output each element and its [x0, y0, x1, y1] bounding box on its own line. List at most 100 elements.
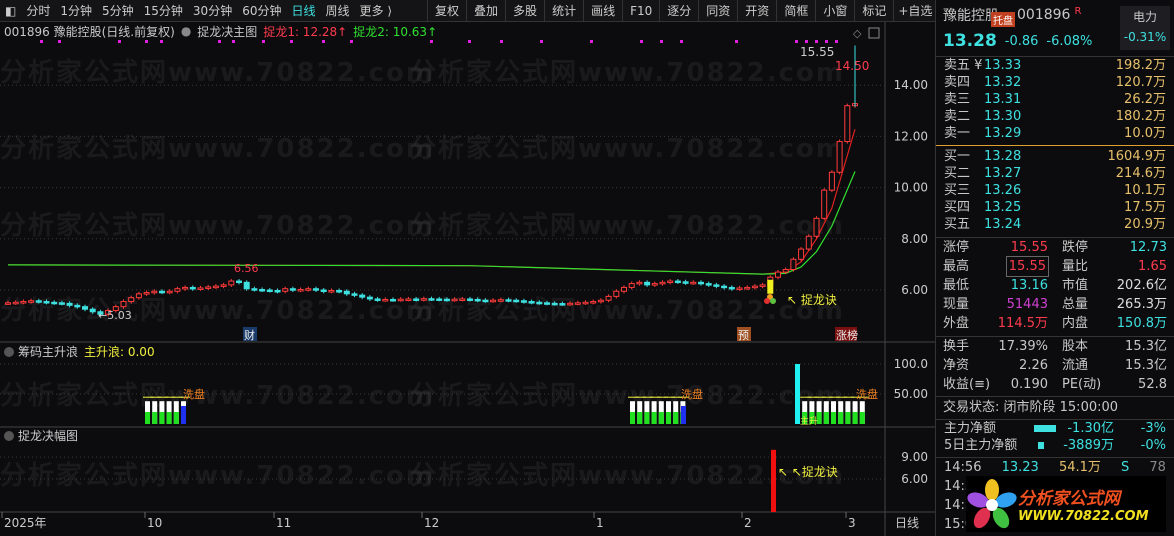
sub2-title: 捉龙决幅图 [18, 428, 78, 443]
stat-label: 量比 [1062, 259, 1089, 274]
diamond-icon[interactable]: ◇ [853, 27, 862, 40]
candle [682, 279, 689, 285]
order-volume: 180.2万 [1115, 109, 1166, 124]
candle [813, 216, 820, 239]
recent-high-label: 14.50 [835, 59, 869, 73]
candle [744, 285, 751, 290]
candle [551, 301, 558, 306]
candle [451, 297, 458, 302]
order-price: 13.26 [984, 183, 1022, 198]
order-volume: 17.5万 [1124, 200, 1166, 215]
tick-count: 78 [1149, 460, 1166, 475]
sell-level[interactable]: 卖五 ¥13.33 198.2万 [936, 57, 1174, 74]
sub2-dropdown-icon[interactable] [4, 431, 14, 441]
tick-price: 13.23 [1001, 460, 1039, 475]
x-axis-label: 12 [424, 516, 439, 530]
flow-label: 5日主力净额 [944, 438, 1018, 453]
last-price: 13.28 [943, 31, 997, 51]
candle [536, 300, 543, 305]
sub1-bar [166, 412, 172, 424]
candle [259, 287, 266, 293]
sell-level[interactable]: 卖四 13.32 120.7万 [936, 74, 1174, 91]
order-level: 买五 [944, 217, 971, 232]
period-label[interactable]: 日线 [895, 516, 919, 530]
candle [89, 307, 96, 314]
sub1-bar [145, 412, 150, 424]
order-level: 卖四 [944, 75, 971, 90]
sub2-axis-label: 6.00 [901, 472, 928, 486]
candle [205, 284, 212, 290]
buy-level[interactable]: 买四 13.25 17.5万 [936, 199, 1174, 216]
line-zhuolong1 [7, 129, 856, 275]
stat-label: 流通 [1062, 358, 1089, 373]
order-level: 买三 [944, 183, 971, 198]
sub1-bar [859, 412, 865, 424]
order-level: 卖一 [944, 126, 971, 141]
candle [20, 299, 27, 305]
candle [659, 280, 666, 286]
stock-code: 001896 [1017, 7, 1071, 23]
logo-text: 分析家公式网 [1018, 489, 1120, 509]
panel-toggle-icon[interactable] [868, 27, 880, 39]
sub1-dropdown-icon[interactable] [4, 347, 14, 357]
candle [490, 298, 497, 303]
sell-level[interactable]: 卖一 13.29 10.0万 [936, 125, 1174, 142]
sector-box[interactable]: 电力 -0.31% [1120, 6, 1170, 50]
stat-value: 17.39% [998, 339, 1048, 354]
sub1-bar [845, 412, 851, 424]
order-price: 13.24 [984, 217, 1022, 232]
signal-dot [468, 40, 471, 43]
candle [289, 286, 296, 293]
signal-dot [218, 40, 221, 43]
signal-dot [795, 40, 798, 43]
buy-level[interactable]: 买三 13.26 10.1万 [936, 182, 1174, 199]
candle [128, 295, 135, 304]
candle [844, 103, 851, 144]
candle [798, 246, 805, 262]
candle [528, 299, 535, 305]
order-volume: 26.2万 [1124, 92, 1166, 107]
candle [320, 287, 327, 294]
stat-row: 最低 13.16 市值 202.6亿 [936, 276, 1174, 295]
price-change-pct: -6.08% [1046, 33, 1093, 49]
order-level: 卖三 [944, 92, 971, 107]
candle [313, 286, 319, 293]
order-volume: 10.0万 [1124, 126, 1166, 141]
site-logo: 分析家公式网 WWW.70822.COM [966, 476, 1166, 532]
candle [251, 286, 258, 292]
tick-side: S [1121, 460, 1130, 475]
stat-value: 13.16 [1010, 278, 1048, 293]
candle [474, 297, 481, 303]
forecast-tag-label: 预 [738, 329, 749, 342]
stat-value: 202.6亿 [1116, 278, 1167, 293]
sub1-bar [651, 412, 657, 424]
signal-dot [540, 40, 543, 43]
sub1-bar [666, 412, 671, 424]
buy-level[interactable]: 买二 13.27 214.6万 [936, 165, 1174, 182]
stats-table: 涨停 15.55 跌停 12.73 最高 15.55 量比 1.65 最低 13.16 市值 202.… [936, 238, 1174, 333]
candle [174, 286, 181, 294]
order-volume: 20.9万 [1124, 217, 1166, 232]
sell-level[interactable]: 卖三 13.31 26.2万 [936, 91, 1174, 108]
candle [428, 296, 435, 302]
sub1-bar [644, 412, 650, 424]
sell-level[interactable]: 卖二 13.30 180.2万 [936, 108, 1174, 125]
candle [513, 298, 520, 303]
signal-dot [805, 40, 808, 43]
candle [420, 296, 427, 302]
buy-level[interactable]: 买一 13.28 1604.9万 [936, 148, 1174, 165]
max-price-label: 15.55 [800, 45, 834, 59]
order-price: 13.32 [984, 75, 1022, 90]
stat-value: 15.55 [1010, 240, 1048, 255]
kline-chart[interactable]: 14.00 12.00 10.00 8.00 6.00 100.0 50.00 9.00 6.0… [0, 0, 935, 536]
candle [582, 300, 589, 305]
signal-dot [322, 40, 325, 43]
sub1-bar [823, 412, 829, 424]
order-level: 买二 [944, 166, 971, 181]
candle [759, 282, 766, 289]
buy-level[interactable]: 买五 13.24 20.9万 [936, 216, 1174, 233]
stat-value: 15.3亿 [1125, 339, 1167, 354]
sub1-bar-blue [181, 406, 186, 424]
financial-tag-label: 财 [244, 328, 255, 342]
candle [721, 284, 728, 290]
